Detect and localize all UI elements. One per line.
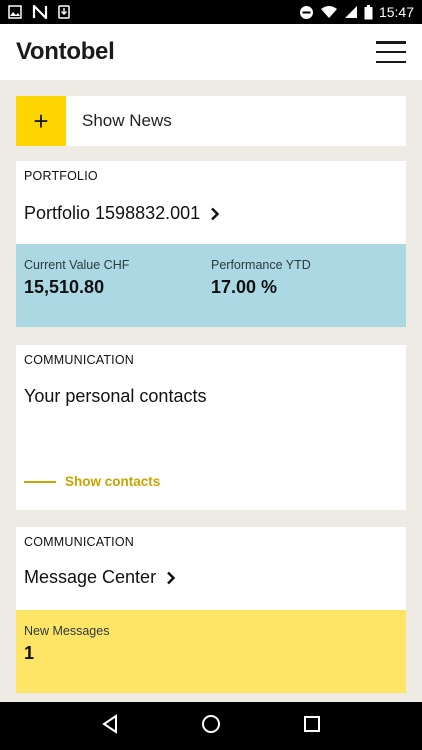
portfolio-card: PORTFOLIO Portfolio 1598832.001 Current …: [16, 161, 406, 327]
vontobel-logo: Vontobel: [16, 38, 115, 65]
message-center-link[interactable]: Message Center: [16, 567, 406, 588]
dashboard-content: + Show News PORTFOLIO Portfolio 1598832.…: [0, 80, 422, 702]
contacts-title: Your personal contacts: [24, 386, 207, 406]
status-left-icons: [8, 5, 70, 19]
performance-stat: Performance YTD 17.00 %: [211, 258, 398, 327]
contacts-kicker: COMMUNICATION: [24, 353, 134, 367]
status-right-icons: 15:47: [299, 4, 414, 20]
message-center-title: Message Center: [24, 567, 157, 587]
link-line-decoration: [24, 480, 56, 483]
new-messages-stat: New Messages 1: [16, 610, 406, 693]
new-messages-count: 1: [24, 643, 35, 663]
messages-card: COMMUNICATION Message Center New Message…: [16, 527, 406, 693]
signal-icon: [344, 6, 357, 18]
download-icon: [58, 5, 70, 19]
show-contacts-label: Show contacts: [65, 474, 161, 489]
do-not-disturb-icon: [299, 5, 313, 19]
portfolio-stats: Current Value CHF 15,510.80 Performance …: [16, 244, 406, 327]
home-icon[interactable]: [201, 714, 221, 739]
app-bar: Vontobel: [0, 24, 422, 80]
n-app-icon: [32, 5, 48, 19]
new-messages-label: New Messages: [24, 624, 110, 638]
current-value-label: Current Value CHF: [24, 258, 130, 272]
recents-icon[interactable]: [303, 715, 321, 738]
messages-kicker: COMMUNICATION: [24, 535, 134, 549]
current-value-amount: 15,510.80: [24, 277, 105, 297]
status-bar: 15:47: [0, 0, 422, 24]
portfolio-title: Portfolio 1598832.001: [24, 203, 201, 223]
show-contacts-link[interactable]: Show contacts: [24, 474, 160, 489]
system-nav-bar: [0, 702, 422, 750]
battery-icon: [364, 4, 373, 19]
show-news-button[interactable]: + Show News: [16, 96, 406, 146]
current-value-stat: Current Value CHF 15,510.80: [24, 258, 211, 327]
plus-icon: +: [16, 96, 66, 146]
show-news-label: Show News: [82, 111, 172, 130]
chevron-right-icon: [167, 571, 176, 584]
portfolio-title-link[interactable]: Portfolio 1598832.001: [16, 203, 406, 224]
status-time: 15:47: [378, 4, 414, 20]
back-icon[interactable]: [101, 713, 119, 739]
portfolio-kicker: PORTFOLIO: [24, 169, 98, 183]
wifi-icon: [320, 6, 337, 18]
contacts-card: COMMUNICATION Your personal contacts Sho…: [16, 345, 406, 510]
hamburger-menu-icon[interactable]: [376, 41, 406, 63]
performance-label: Performance YTD: [211, 258, 311, 272]
gallery-icon: [8, 5, 22, 19]
performance-value: 17.00 %: [211, 277, 278, 297]
chevron-right-icon: [211, 207, 220, 220]
